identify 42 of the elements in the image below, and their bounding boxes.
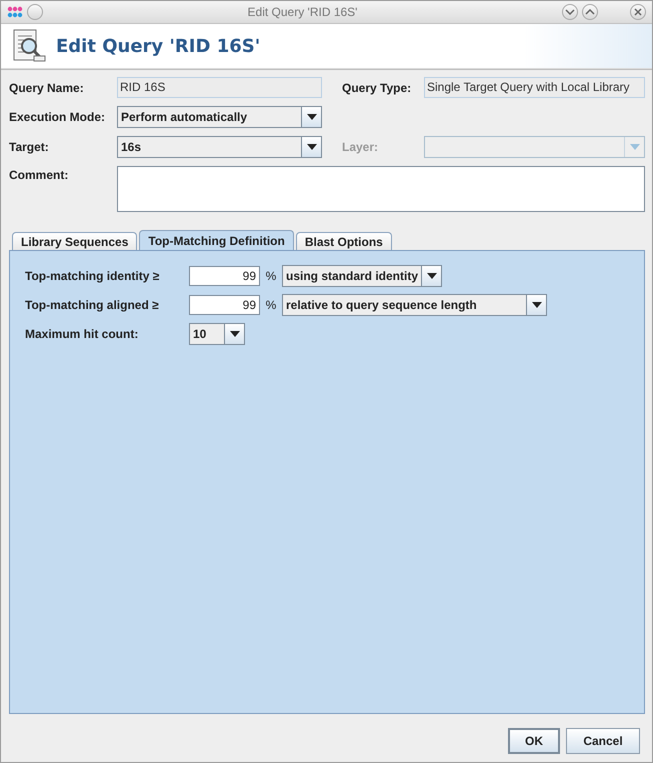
chevron-down-icon [565, 9, 575, 15]
maximize-button[interactable] [582, 4, 598, 20]
field-label: Query Name: [9, 80, 85, 94]
document-search-icon [12, 29, 46, 63]
close-icon [634, 8, 642, 16]
dropdown-arrow-icon [230, 331, 240, 337]
dropdown[interactable]: Perform automatically [117, 106, 322, 128]
field-label: Query Type: [342, 80, 412, 94]
dropdown[interactable]: 10 [189, 323, 245, 345]
dropdown[interactable]: relative to query sequence length [282, 294, 547, 316]
text-field[interactable]: RID 16S [117, 77, 322, 98]
dropdown-arrow-icon [306, 144, 316, 150]
field-label: Comment: [9, 168, 70, 182]
text-field[interactable]: Single Target Query with Local Library [424, 77, 645, 98]
dialog-button[interactable]: Cancel [566, 728, 640, 754]
unit-label: % [264, 298, 278, 312]
dropdown-arrow-icon [532, 302, 542, 308]
setting-label: Top-matching identity ≥ [25, 269, 160, 283]
field-label: Target: [9, 140, 50, 154]
dropdown-arrow-icon [426, 273, 436, 279]
minimize-button[interactable] [562, 4, 578, 20]
tab[interactable]: Blast Options [296, 232, 392, 250]
dialog-button[interactable]: OK [508, 728, 560, 754]
field-label: Execution Mode: [9, 110, 106, 124]
window-title: Edit Query 'RID 16S' [246, 5, 358, 19]
field-label: Layer: [342, 140, 380, 154]
setting-label: Top-matching aligned ≥ [25, 298, 160, 312]
dropdown-arrow-icon [306, 114, 316, 120]
app-icon [7, 4, 23, 20]
tab[interactable]: Library Sequences [12, 232, 138, 250]
number-field[interactable]: 99 [189, 295, 260, 315]
chevron-up-icon [585, 9, 595, 15]
tab[interactable]: Top-Matching Definition [139, 230, 294, 250]
dropdown-arrow-icon [630, 144, 640, 150]
dropdown[interactable]: using standard identity [282, 265, 442, 287]
unit-label: % [264, 269, 278, 283]
dialog-title: Edit Query 'RID 16S' [56, 36, 260, 56]
number-field[interactable]: 99 [189, 266, 260, 286]
comment-field[interactable] [117, 166, 645, 212]
close-button[interactable] [630, 4, 646, 20]
setting-label: Maximum hit count: [25, 327, 140, 341]
dropdown[interactable]: 16s [117, 136, 322, 158]
